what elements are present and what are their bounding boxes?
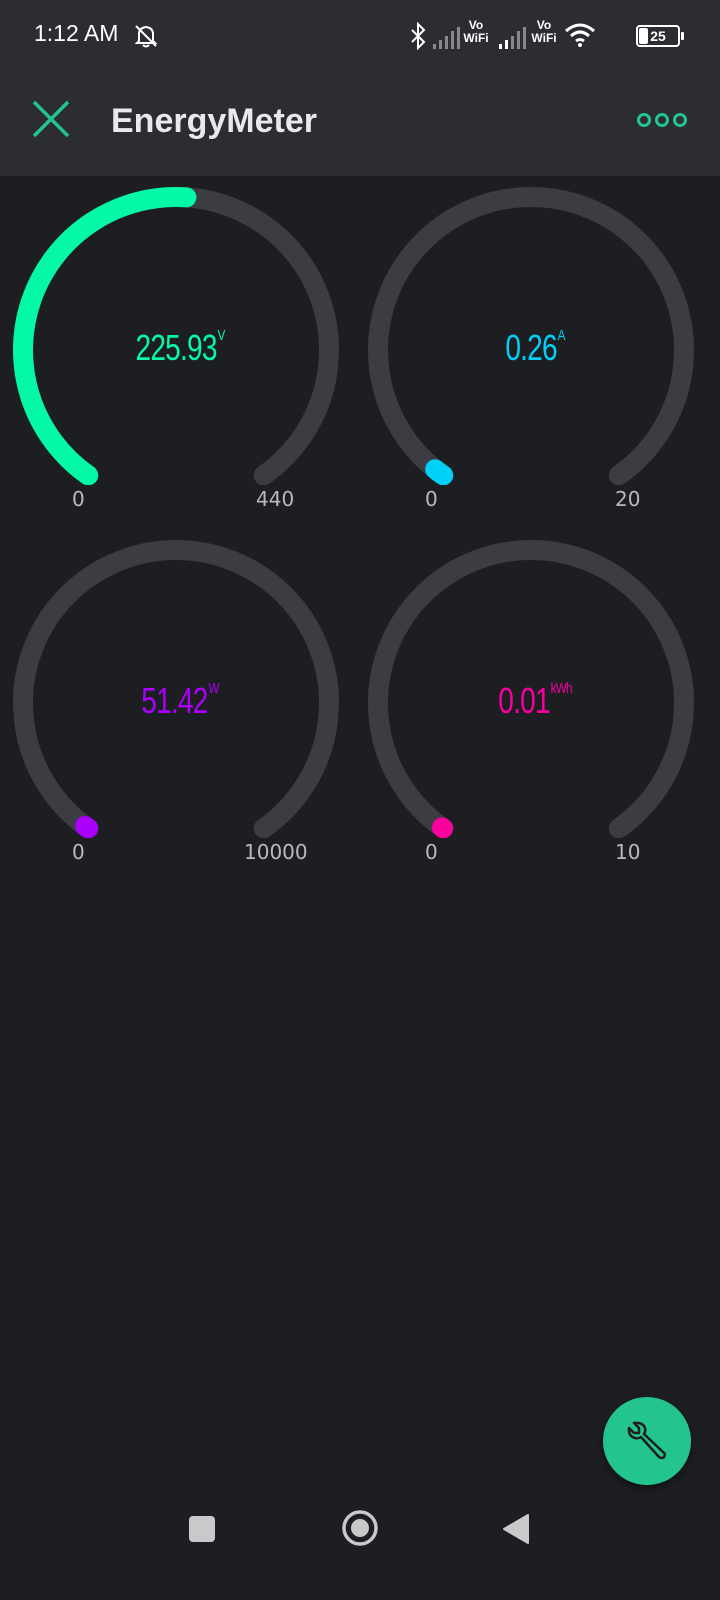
gauge-unit: W [208,680,219,697]
vowifi-label: Vo WiFi [463,18,489,45]
settings-wrench-button[interactable] [603,1397,691,1485]
app-bar: EnergyMeter [0,70,720,176]
power-gauge: 51.42W 0 10000 [10,538,350,868]
status-bar: 1:12 AM Vo WiFi Vo WiFi 25 [0,0,720,70]
signal-icon [499,27,526,49]
gauge-min-label: 0 [72,487,85,511]
gauge-min-label: 0 [425,487,438,511]
home-icon [342,1510,378,1546]
gauge-unit: kWh [550,680,573,697]
status-time: 1:12 AM [34,20,119,46]
gauge-max-label: 10000 [244,840,308,864]
gauge-unit: V [217,327,225,344]
energy-gauge: 0.01kWh 0 10 [365,538,705,868]
mute-bell-icon [134,25,158,48]
voltage-gauge: 225.93V 0 440 [10,185,350,515]
gauge-number: 225.93 [135,327,217,368]
gauge-min-label: 0 [72,840,85,864]
recent-apps-button[interactable] [188,1515,216,1543]
more-options-button[interactable] [636,100,692,140]
gauge-max-label: 20 [615,487,641,511]
gauge-value: 225.93V [47,327,312,369]
gauge-min-label: 0 [425,840,438,864]
battery-level: 25 [650,28,666,44]
gauge-fill [75,816,99,838]
close-button[interactable] [30,98,72,140]
system-nav-bar [0,1500,720,1600]
wrench-icon [627,1421,667,1460]
home-button[interactable] [340,1508,380,1548]
gauge-number: 0.01 [498,680,550,721]
close-icon [32,100,70,138]
gauge-max-label: 10 [615,840,641,864]
gauge-unit: A [557,327,566,344]
current-gauge: 0.26A 0 20 [365,185,705,515]
gauge-fill [425,459,454,485]
gauge-max-label: 440 [256,487,295,511]
back-icon [503,1514,529,1544]
gauge-value: 0.26A [402,327,667,369]
app-title: EnergyMeter [111,102,317,140]
gauge-value: 51.42W [47,680,312,722]
back-button[interactable] [502,1513,530,1545]
gauge-number: 0.26 [505,327,557,368]
bluetooth-icon [411,22,426,50]
gauge-fill [431,817,454,838]
gauge-number: 51.42 [141,680,208,721]
recent-apps-icon [189,1516,215,1542]
wifi-icon [565,23,595,47]
vowifi-label: Vo WiFi [531,18,557,45]
more-dots-icon [637,113,687,127]
gauge-value: 0.01kWh [402,680,667,722]
signal-icon [433,27,460,49]
battery-icon: 25 [636,25,684,47]
